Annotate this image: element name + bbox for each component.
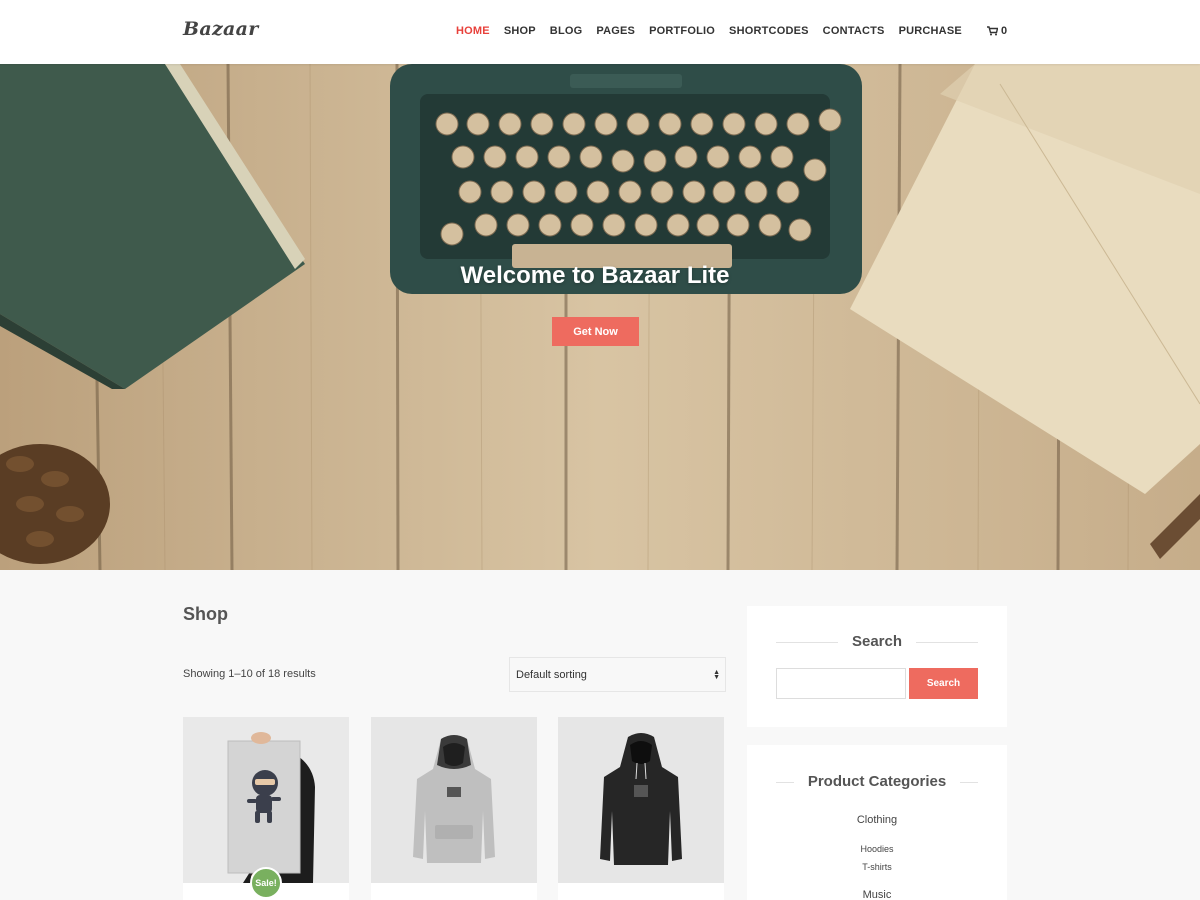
product-image-poster [183,717,349,883]
category-clothing[interactable]: Clothing [747,814,1007,826]
product-card[interactable] [558,717,724,900]
search-input[interactable] [776,668,906,699]
product-image-black-hoodie [558,717,724,883]
product-card[interactable] [371,717,537,900]
nav-purchase[interactable]: PURCHASE [899,25,962,37]
title-rule-right [916,642,978,643]
title-rule-right [960,782,978,783]
product-categories-widget: Product Categories Clothing Hoodies T-sh… [747,745,1007,900]
nav-pages[interactable]: PAGES [596,25,635,37]
site-header: Bazaar HOME SHOP BLOG PAGES PORTFOLIO SH… [0,0,1200,64]
category-music[interactable]: Music [747,889,1007,900]
nav-blog[interactable]: BLOG [550,25,583,37]
sort-selected-value: Default sorting [516,669,587,681]
nav-home[interactable]: HOME [456,25,490,37]
category-hoodies[interactable]: Hoodies [747,844,1007,854]
get-now-button[interactable]: Get Now [552,317,639,346]
nav-contacts[interactable]: CONTACTS [823,25,885,37]
sale-badge: Sale! [250,867,282,899]
hero-title: Welcome to Bazaar Lite [460,262,730,289]
site-logo[interactable]: Bazaar [183,18,259,40]
cart-link[interactable]: 0 [987,25,1007,37]
hero-banner: Welcome to Bazaar Lite Get Now [0,64,1200,570]
search-button[interactable]: Search [909,668,978,699]
search-widget: Search Search [747,606,1007,727]
category-tshirts[interactable]: T-shirts [747,862,1007,872]
result-count: Showing 1–10 of 18 results [183,668,316,680]
page-title: Shop [183,604,228,624]
nav-shop[interactable]: SHOP [504,25,536,37]
sort-select[interactable]: Default sorting ▲ ▼ [509,657,726,692]
nav-portfolio[interactable]: PORTFOLIO [649,25,715,37]
cart-count: 0 [1001,25,1008,37]
product-image-grey-hoodie [371,717,537,883]
main-nav: HOME SHOP BLOG PAGES PORTFOLIO SHORTCODE… [456,25,976,37]
nav-shortcodes[interactable]: SHORTCODES [729,25,809,37]
select-arrows-icon: ▲ ▼ [713,669,720,681]
cart-icon [987,26,998,36]
